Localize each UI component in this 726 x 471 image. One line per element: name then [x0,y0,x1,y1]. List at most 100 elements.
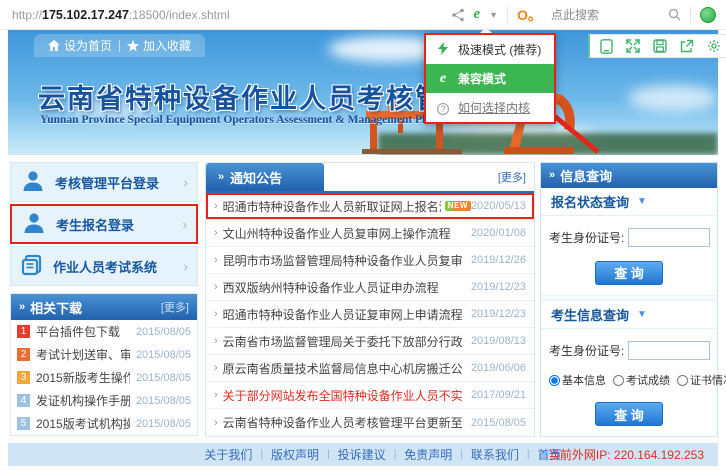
mode-item-label: 极速模式 (推荐) [458,41,541,58]
quick-links: 设为首页 加入收藏 [34,34,205,57]
notice-item[interactable]: ›西双版纳州特种设备作业人员证申办流程2019/12/23 [206,274,534,301]
radio-input-1[interactable] [613,375,624,386]
save-icon[interactable] [653,39,667,53]
notice-item-date: 2019/06/06 [471,362,526,374]
id-label: 考生身份证号: [549,342,624,359]
footer-link-1[interactable]: 版权声明 [271,446,319,463]
fullscreen-icon[interactable] [626,39,640,53]
footer-link-3[interactable]: 免责声明 [404,446,452,463]
gear-icon[interactable] [707,39,721,53]
notice-item-title: 云南省市场监督管理局关于委托下放部分行政许可... [223,333,463,350]
chevron-down-icon[interactable]: ▼ [489,10,498,20]
notices-panel: » 通知公告 [更多] ›昭通市特种设备作业人员新取证网上报名流程NEW2020… [205,162,535,437]
set-home-link[interactable]: 设为首页 [48,37,112,54]
dropdown-caret [480,27,492,33]
radio-option-1[interactable]: 考试成绩 [613,372,670,388]
browser-address-bar: http://175.102.17.247:18500/index.shtml … [0,0,726,30]
downloads-more-link[interactable]: [更多] [161,299,189,315]
download-item[interactable]: 2考试计划送审、审核 ...2015/08/05 [11,343,197,366]
status-query-button[interactable]: 查 询 [595,261,663,285]
phone-icon[interactable] [600,39,613,54]
notice-item-title: 文山州特种设备作业人员复审网上操作流程 [223,225,451,242]
search-input[interactable]: 点此搜索 [551,6,599,23]
mode-item-help[interactable]: ?如何选择内核 [426,93,554,122]
ie-mode-icon[interactable]: e [474,6,481,23]
info-query-toggle[interactable]: 考生信息查询 ▼ [541,301,717,329]
status-query-toggle[interactable]: 报名状态查询 ▼ [541,188,717,216]
notice-item-date: 2020/05/13 [471,200,526,212]
footer-link-2[interactable]: 投诉建议 [338,446,386,463]
notice-item[interactable]: ›昭通市特种设备作业人员证复审网上申请流程及相...2019/12/23 [206,301,534,328]
notice-item-date: 2019/12/26 [471,254,526,266]
downloads-header: » 相关下载 [更多] [11,294,197,320]
radio-input-2[interactable] [677,375,688,386]
notices-list: ›昭通市特种设备作业人员新取证网上报名流程NEW2020/05/13 › 文山州特种… [206,193,534,436]
double-arrow-icon: » [218,171,224,183]
notice-item[interactable]: ›云南省特种设备作业人员考核管理平台更新至20...2015/08/05 [206,409,534,436]
info-query-form: 考生身份证号: 基本信息考试成绩证书情况 查 询 [541,329,717,436]
download-item[interactable]: 1平台插件包下载2015/08/05 [11,320,197,343]
notice-item-date: 2017/09/21 [471,389,526,401]
person-icon [20,168,46,197]
external-ip: 当前外网IP: 220.164.192.253 [548,446,704,463]
notice-item[interactable]: ›昭通市特种设备作业人员新取证网上报名流程NEW2020/05/13 [206,193,534,220]
sidebar-item-login-1[interactable]: 考生报名登录› [10,204,198,244]
footer-link-4[interactable]: 联系我们 [471,446,519,463]
cloud [628,85,718,111]
tab-notices[interactable]: » 通知公告 [206,163,324,191]
info-id-input[interactable] [628,341,710,360]
download-item-title: 考试计划送审、审核 ... [36,346,130,363]
radio-input-0[interactable] [549,375,560,386]
download-item[interactable]: 4发证机构操作手册2015/08/05 [11,389,197,412]
arrow-bullet-icon: › [214,227,218,239]
login-item-label: 作业人员考试系统 [53,257,157,276]
download-item-title: 平台插件包下载 [36,323,120,340]
page-footer: 关于我们|版权声明|投诉建议|免责声明|联系我们|首页 当前外网IP: 220.… [8,443,718,466]
sidebar-item-login-2[interactable]: 作业人员考试系统› [10,246,198,286]
double-arrow-icon: » [549,169,555,181]
export-icon[interactable] [680,39,694,53]
download-item[interactable]: 32015新版考生操作...2015/08/05 [11,366,197,389]
radio-option-2[interactable]: 证书情况 [677,372,726,388]
mode-item-ie[interactable]: e兼容模式 [426,64,554,93]
browser-app-icon[interactable] [700,7,716,23]
login-menu: 考核管理平台登录›考生报名登录›作业人员考试系统› [10,162,198,286]
new-icon: NEW [445,201,471,211]
divider [507,7,508,23]
footer-link-0[interactable]: 关于我们 [204,446,252,463]
radio-option-0[interactable]: 基本信息 [549,372,606,388]
download-item-date: 2015/08/05 [136,326,191,338]
sidebar-item-login-0[interactable]: 考核管理平台登录› [10,162,198,202]
lightning-icon [436,42,450,58]
notice-item[interactable]: ›原云南省质量技术监督局信息中心机房搬迁公告2019/06/06 [206,355,534,382]
notices-header: » 通知公告 [更多] [206,163,534,193]
download-item[interactable]: 52015版考试机构操...2015/08/05 [11,412,197,435]
info-query-button[interactable]: 查 询 [595,402,663,426]
share-icon[interactable] [451,8,465,22]
arrow-bullet-icon: › [214,254,218,266]
url-host: 175.102.17.247 [42,8,129,22]
query-panel: » 信息查询 报名状态查询 ▼ 考生身份证号: 查 询 考生信息查询 ▼ 考生身… [540,162,718,437]
download-item-title: 2015新版考生操作... [36,369,130,386]
notice-item[interactable]: › 昆明市市场监督管理局特种设备作业人员复审流程... 2019/12/26 [206,247,534,274]
radio-label: 考试成绩 [626,372,670,388]
status-id-input[interactable] [628,228,710,247]
mode-item-label: 如何选择内核 [458,99,530,116]
divider: | [260,449,263,460]
notice-item-date: 2020/01/08 [471,227,526,239]
person-icon [21,210,47,239]
download-rank-badge: 2 [17,348,30,361]
notices-title: 通知公告 [230,168,282,187]
notice-item-title: 昆明市市场监督管理局特种设备作业人员复审流程... [223,252,463,269]
download-rank-badge: 5 [17,417,30,430]
search-icon[interactable] [668,8,681,21]
add-favorite-link[interactable]: 加入收藏 [127,37,191,54]
notice-item[interactable]: ›关于部分网站发布全国特种设备作业人员不实信息...2017/09/21 [206,382,534,409]
status-query-form: 考生身份证号: 查 询 [541,216,717,295]
notice-item[interactable]: › 文山州特种设备作业人员复审网上操作流程 2020/01/08 [206,220,534,247]
url-text[interactable]: http://175.102.17.247:18500/index.shtml [12,8,230,22]
notice-item[interactable]: ›云南省市场监督管理局关于委托下放部分行政许可...2019/08/13 [206,328,534,355]
mode-item-lightning[interactable]: 极速模式 (推荐) [426,35,554,64]
notices-more-link[interactable]: [更多] [498,169,534,185]
double-arrow-icon: » [19,301,25,313]
